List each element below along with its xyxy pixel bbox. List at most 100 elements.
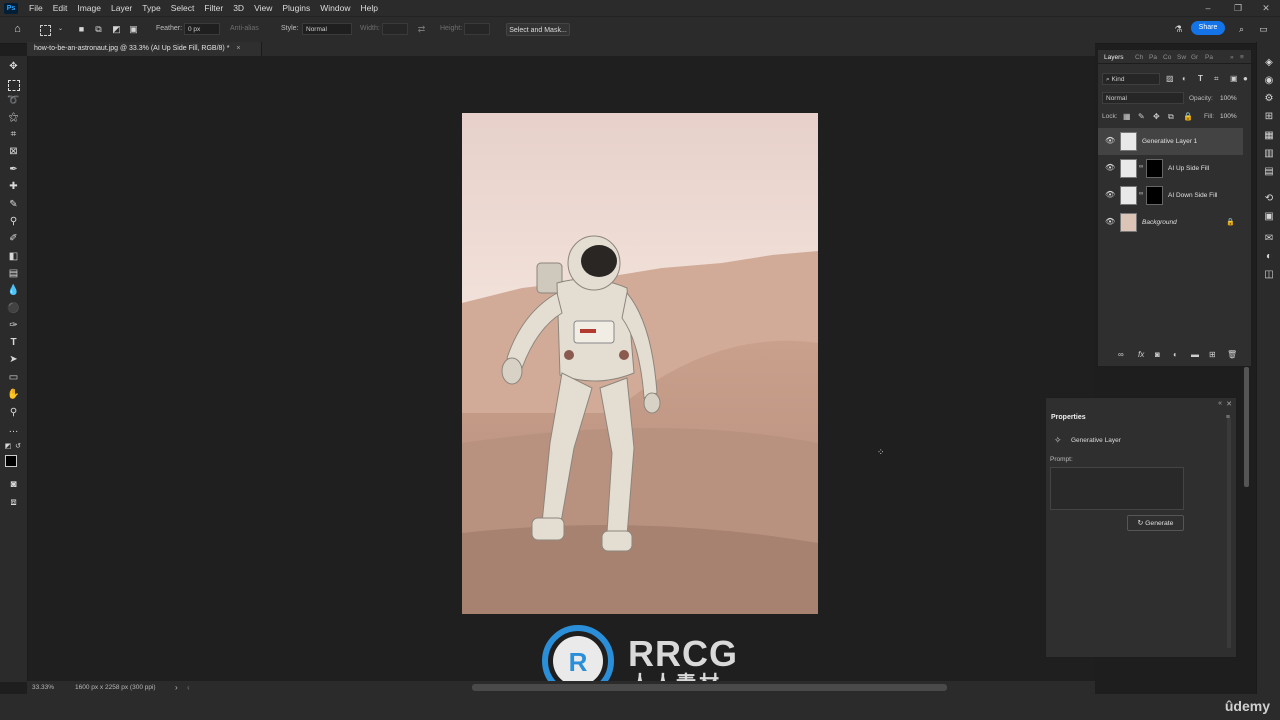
lock-all-icon[interactable]: 🔒 [1183,112,1193,121]
panel-scrollbar[interactable] [1244,367,1249,487]
group-folder-icon[interactable]: ▬ [1191,350,1199,359]
feather-input[interactable]: 0 px [184,23,220,35]
search-icon[interactable]: ⌕ [1236,24,1247,35]
blend-mode-select[interactable]: Normal [1102,92,1184,104]
menu-plugins[interactable]: Plugins [277,0,315,16]
generate-button[interactable]: ↻ Generate [1127,515,1184,531]
layer-row[interactable]: 👁 ∞ AI Down Side Fill [1098,182,1243,209]
width-input[interactable] [382,23,408,35]
info-icon[interactable]: ◫ [1262,268,1276,281]
screen-mode-icon[interactable]: ⧈ [6,496,21,510]
lock-position-icon[interactable]: ✥ [1153,112,1160,121]
zoom-tool-icon[interactable]: ⚲ [6,406,21,420]
tab-channels[interactable]: Ch [1135,54,1143,61]
menu-edit[interactable]: Edit [48,0,73,16]
menu-help[interactable]: Help [355,0,382,16]
menu-window[interactable]: Window [315,0,355,16]
gradients-icon[interactable]: ▥ [1262,147,1276,160]
eyedropper-tool-icon[interactable]: ✒ [6,163,21,177]
tab-layers[interactable]: Layers [1104,54,1124,61]
lock-artboard-icon[interactable]: ⧉ [1168,112,1174,122]
menu-filter[interactable]: Filter [199,0,228,16]
filter-type-icon[interactable]: T [1198,74,1203,83]
layer-row[interactable]: 👁 Generative Layer 1 [1098,128,1243,155]
clone-stamp-tool-icon[interactable]: ⚲ [6,215,21,229]
collapse-icon[interactable]: « [1218,400,1222,407]
history-icon[interactable]: ▣ [1262,210,1276,223]
adjustment-layer-icon[interactable]: ◐ [1173,350,1178,359]
close-window-button[interactable]: ✕ [1255,0,1277,16]
brush-tool-icon[interactable]: ✎ [6,198,21,212]
subtract-selection-icon[interactable]: ◩ [111,24,122,35]
zoom-level[interactable]: 33.33% [32,684,54,691]
lasso-tool-icon[interactable]: ➰ [6,94,21,108]
panel-menu-icon[interactable]: ≡ [1240,54,1244,61]
scroll-left-icon[interactable]: ‹ [187,683,190,692]
properties-icon[interactable]: ⚙ [1262,92,1276,105]
layer-mask-thumbnail[interactable] [1146,159,1163,178]
filter-smart-object-icon[interactable]: ▣ [1230,74,1238,83]
add-to-selection-icon[interactable]: ⧉ [93,24,104,35]
link-layers-icon[interactable]: ∞ [1118,350,1124,359]
learn-icon[interactable]: ⚗ [1173,24,1184,35]
adjustments-icon[interactable]: ⊞ [1262,110,1276,123]
properties-scrollbar[interactable] [1227,418,1231,648]
marquee-preset-icon[interactable] [40,25,51,36]
magic-wand-tool-icon[interactable]: ⚝ [6,111,21,125]
document-tab[interactable]: how-to-be-an-astronaut.jpg @ 33.3% (AI U… [27,42,262,56]
path-selection-tool-icon[interactable]: ➤ [6,353,21,367]
horizontal-scrollbar[interactable] [472,684,947,691]
chevron-down-icon[interactable]: ⌄ [55,24,66,35]
menu-view[interactable]: View [249,0,277,16]
anti-alias-checkbox[interactable]: Anti-alias [230,25,259,32]
new-selection-icon[interactable]: ■ [76,24,87,35]
layer-row[interactable]: 👁 ∞ AI Up Side Fill [1098,155,1243,182]
frame-tool-icon[interactable]: ⊠ [6,145,21,159]
tab-color[interactable]: Co [1163,54,1171,61]
new-layer-icon[interactable]: ⊞ [1209,350,1216,359]
document-info[interactable]: 1600 px x 2258 px (300 ppi) [75,684,156,691]
tab-paths[interactable]: Pa [1149,54,1157,61]
layer-mask-thumbnail[interactable] [1146,186,1163,205]
layer-row[interactable]: 👁 Background 🔒 [1098,209,1243,236]
menu-type[interactable]: Type [137,0,165,16]
layers-icon[interactable]: ◈ [1262,56,1276,69]
lock-image-icon[interactable]: ✎ [1138,112,1145,121]
add-mask-icon[interactable]: ◙ [1155,350,1160,359]
filter-pixel-icon[interactable]: ▨ [1166,74,1174,83]
layer-filter-select[interactable]: ⌕ Kind [1102,73,1160,85]
quick-mask-icon[interactable]: ◙ [6,478,21,492]
select-and-mask-button[interactable]: Select and Mask... [506,23,570,36]
menu-select[interactable]: Select [166,0,200,16]
status-menu-arrow[interactable]: › [175,683,178,692]
pen-tool-icon[interactable]: ✑ [6,319,21,333]
minimize-button[interactable]: – [1197,0,1219,16]
document-image[interactable] [462,113,818,614]
opacity-value[interactable]: 100% [1220,95,1237,102]
intersect-selection-icon[interactable]: ▣ [128,24,139,35]
style-select[interactable]: Normal [302,23,352,35]
visibility-eye-icon[interactable]: 👁 [1105,191,1115,199]
dodge-tool-icon[interactable]: ⚫ [6,302,21,316]
swap-icon[interactable]: ⇄ [416,24,427,35]
crop-tool-icon[interactable]: ⌗ [6,128,21,142]
visibility-eye-icon[interactable]: 👁 [1105,137,1115,145]
history-brush-tool-icon[interactable]: ✐ [6,232,21,246]
eraser-tool-icon[interactable]: ◧ [6,250,21,264]
tab-patterns[interactable]: Pa [1205,54,1213,61]
menu-image[interactable]: Image [72,0,106,16]
close-tab-icon[interactable]: × [236,45,240,52]
foreground-color-swatch[interactable] [5,455,17,467]
type-tool-icon[interactable]: T [6,336,21,350]
share-button[interactable]: Share [1191,21,1225,35]
color-icon[interactable]: ◉ [1262,74,1276,87]
swatches-icon[interactable]: ▦ [1262,129,1276,142]
tab-gradients[interactable]: Gr [1191,54,1198,61]
menu-file[interactable]: File [24,0,48,16]
height-input[interactable] [464,23,490,35]
comments-icon[interactable]: ✉ [1262,232,1276,245]
workspace-icon[interactable]: ▭ [1258,24,1269,35]
expand-icon[interactable]: » [1230,54,1234,61]
visibility-eye-icon[interactable]: 👁 [1105,218,1115,226]
lock-transparent-icon[interactable]: ▦ [1123,112,1131,121]
